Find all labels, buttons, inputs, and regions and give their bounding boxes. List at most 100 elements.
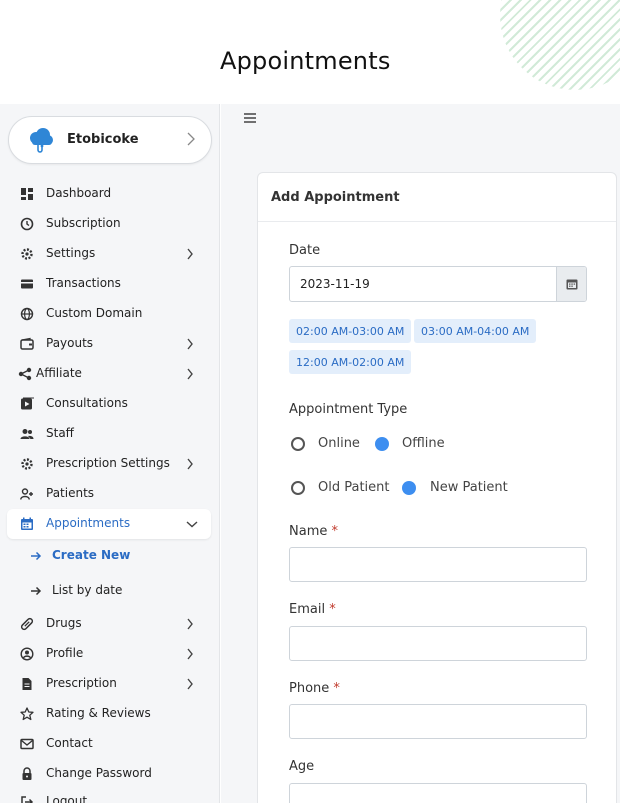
email-field[interactable] — [289, 626, 587, 661]
arrow-right-icon — [31, 586, 42, 596]
sidebar-item-patients[interactable]: Patients — [0, 480, 220, 508]
sidebar-item-label: Subscription — [46, 216, 121, 230]
required-mark: * — [329, 602, 336, 617]
chevron-right-icon — [187, 678, 193, 690]
radio-old-patient[interactable] — [291, 481, 305, 495]
user-circle-icon — [20, 647, 34, 661]
sidebar-item-label: Create New — [52, 548, 131, 562]
phone-label-text: Phone — [289, 681, 330, 696]
phone-label: Phone * — [289, 681, 340, 696]
sidebar-item-transactions[interactable]: Transactions — [0, 270, 220, 298]
time-slot-button[interactable]: 03:00 AM-04:00 AM — [414, 319, 537, 343]
chevron-right-icon — [187, 648, 193, 660]
sidebar-item-dashboard[interactable]: Dashboard — [0, 180, 220, 208]
chevron-right-icon — [187, 368, 193, 380]
sidebar-item-label: Consultations — [46, 396, 128, 410]
sidebar-item-staff[interactable]: Staff — [0, 420, 220, 448]
sidebar-item-label: Settings — [46, 246, 96, 260]
sidebar-item-label: Contact — [46, 736, 93, 750]
title-bar: Appointments — [0, 0, 620, 104]
date-value: 2023-11-19 — [300, 277, 370, 291]
sidebar-item-payouts[interactable]: Payouts — [0, 330, 220, 358]
sidebar-item-label: Patients — [46, 486, 95, 500]
calendar-icon — [566, 279, 578, 290]
mail-icon — [20, 738, 34, 750]
gear-icon — [21, 458, 33, 470]
sidebar-item-label: Drugs — [46, 616, 82, 630]
sidebar-item-label: Staff — [46, 426, 74, 440]
cloud-logo-icon — [30, 128, 53, 153]
radio-label-online: Online — [318, 436, 360, 451]
age-field[interactable] — [289, 783, 587, 803]
sidebar-item-prescription[interactable]: Prescription — [0, 670, 220, 698]
decorative-stripes — [500, 0, 620, 90]
sidebar-item-logout[interactable]: Logout — [0, 788, 220, 803]
date-input[interactable]: 2023-11-19 — [289, 266, 587, 302]
sidebar-item-profile[interactable]: Profile — [0, 640, 220, 668]
lock-icon — [22, 767, 32, 780]
required-mark: * — [333, 681, 340, 696]
hamburger-menu-icon[interactable] — [243, 112, 257, 124]
sidebar-item-label: Rating & Reviews — [46, 706, 151, 720]
sidebar-item-label: List by date — [52, 583, 123, 597]
dashboard-icon — [21, 188, 33, 200]
users-icon — [20, 429, 34, 439]
sidebar-item-appointments[interactable]: Appointments — [7, 509, 211, 539]
sidebar-item-settings[interactable]: Settings — [0, 240, 220, 268]
sidebar-item-custom-domain[interactable]: Custom Domain — [0, 300, 220, 328]
wallet-icon — [20, 337, 34, 350]
radio-label-old-patient: Old Patient — [318, 480, 390, 495]
radio-offline[interactable] — [375, 437, 389, 451]
sidebar-item-prescription-settings[interactable]: Prescription Settings — [0, 450, 220, 478]
time-slot-button[interactable]: 12:00 AM-02:00 AM — [289, 350, 412, 374]
sidebar-item-drugs[interactable]: Drugs — [0, 610, 220, 638]
sidebar-item-contact[interactable]: Contact — [0, 730, 220, 758]
add-appointment-card: Add Appointment Date 2023-11-19 02:00 AM… — [257, 172, 617, 803]
email-label: Email * — [289, 602, 336, 617]
chevron-down-icon — [186, 521, 198, 528]
required-mark: * — [331, 524, 339, 539]
sidebar-item-affiliate[interactable]: Affiliate — [0, 360, 220, 388]
arrow-right-icon — [31, 551, 42, 561]
sidebar-subitem-create-new[interactable]: Create New — [0, 542, 220, 570]
logout-icon — [21, 796, 34, 803]
radio-label-new-patient: New Patient — [430, 480, 508, 495]
calendar-picker-button[interactable] — [556, 267, 586, 301]
main-content: Add Appointment Date 2023-11-19 02:00 AM… — [221, 104, 620, 803]
sidebar-item-change-password[interactable]: Change Password — [0, 760, 220, 788]
name-label-text: Name — [289, 524, 328, 539]
calendar-icon — [21, 517, 33, 530]
page-title: Appointments — [220, 47, 391, 75]
sidebar-item-label: Logout — [46, 794, 88, 803]
sidebar-item-subscription[interactable]: Subscription — [0, 210, 220, 238]
globe-icon — [20, 307, 34, 321]
sidebar-item-label: Custom Domain — [46, 306, 143, 320]
radio-online[interactable] — [291, 437, 305, 451]
chevron-right-icon — [187, 458, 193, 470]
time-slot-button[interactable]: 02:00 AM-03:00 AM — [289, 319, 412, 343]
clock-icon — [20, 217, 34, 231]
name-field[interactable] — [289, 547, 587, 582]
sidebar-item-label: Appointments — [46, 516, 131, 530]
sidebar-item-rating-reviews[interactable]: Rating & Reviews — [0, 700, 220, 728]
page: Appointments Etobicoke Dashboard Subscri… — [0, 0, 620, 803]
phone-field[interactable] — [289, 704, 587, 739]
sidebar-subitem-list-by-date[interactable]: List by date — [0, 577, 220, 605]
card-title: Add Appointment — [271, 190, 400, 205]
sidebar-item-label: Profile — [46, 646, 84, 660]
sidebar-item-label: Prescription — [46, 676, 117, 690]
user-plus-icon — [20, 488, 33, 500]
org-switcher[interactable]: Etobicoke — [8, 116, 212, 164]
age-label: Age — [289, 759, 315, 774]
sidebar: Etobicoke Dashboard Subscription Setting… — [0, 104, 220, 803]
sidebar-item-label: Affiliate — [36, 366, 82, 380]
radio-new-patient[interactable] — [402, 481, 416, 495]
chevron-right-icon — [187, 132, 195, 146]
gear-icon — [21, 248, 33, 260]
radio-label-offline: Offline — [402, 436, 445, 451]
card-header: Add Appointment — [258, 173, 616, 222]
date-label: Date — [289, 243, 321, 258]
org-name: Etobicoke — [67, 132, 139, 147]
sidebar-item-consultations[interactable]: Consultations — [0, 390, 220, 418]
sidebar-item-label: Payouts — [46, 336, 94, 350]
